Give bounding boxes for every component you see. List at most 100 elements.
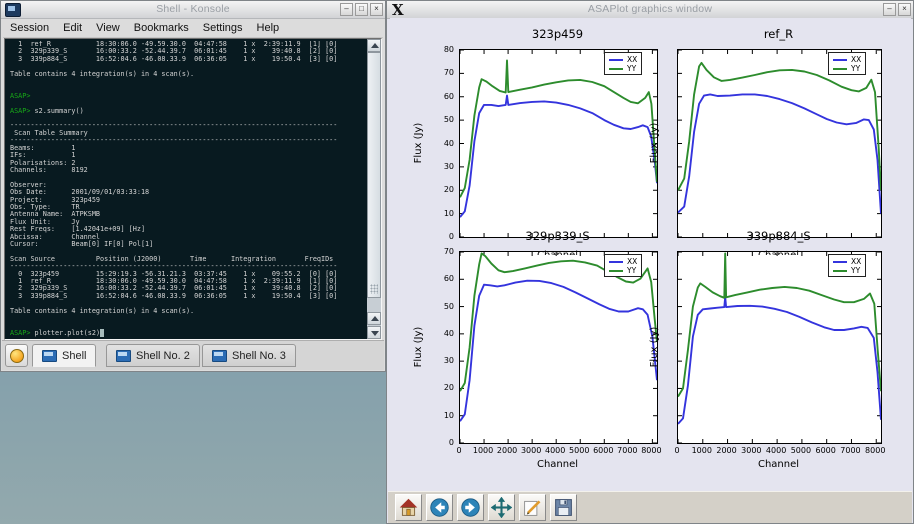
y-tick-label: 60	[428, 92, 454, 101]
plot-figure[interactable]: 323p459 ref_R 329p339_S 339p884_S 0 10 20 3…	[390, 18, 911, 494]
plot-axes-339p884_S[interactable]	[677, 251, 882, 444]
zoom-rect-button[interactable]	[519, 494, 546, 521]
scroll-down-button[interactable]	[367, 326, 381, 339]
tab-label: Shell	[62, 350, 86, 362]
scroll-up-button[interactable]	[367, 39, 381, 52]
menu-help[interactable]: Help	[250, 22, 287, 34]
legend-line-sample	[833, 59, 847, 61]
terminal-icon	[116, 350, 131, 362]
y-axis-label: Flux (Jy)	[413, 312, 425, 382]
plot-axes-ref_R[interactable]	[677, 49, 882, 238]
menu-view[interactable]: View	[89, 22, 127, 34]
y-tick-label: 50	[428, 115, 454, 124]
save-button[interactable]	[550, 494, 577, 521]
legend-line-sample	[609, 261, 623, 263]
menu-settings[interactable]: Settings	[196, 22, 250, 34]
tab-shell-2[interactable]: Shell No. 2	[106, 344, 200, 367]
minimize-button[interactable]: –	[340, 3, 353, 16]
y-tick-label: 60	[428, 274, 454, 283]
matplotlib-toolbar	[388, 491, 912, 523]
terminal-scrollbar[interactable]	[367, 39, 381, 339]
legend-entry-label: XX	[851, 257, 861, 266]
konsole-window-title: Shell - Konsole	[61, 3, 325, 15]
konsole-menubar: Session Edit View Bookmarks Settings Hel…	[3, 19, 383, 38]
legend-entry-label: XX	[627, 55, 637, 64]
tab-label: Shell No. 3	[232, 350, 286, 362]
new-session-icon	[10, 349, 24, 363]
y-tick-label: 80	[428, 45, 454, 54]
y-tick-label: 0	[428, 232, 454, 241]
back-button[interactable]	[426, 494, 453, 521]
y-tick-label: 20	[428, 185, 454, 194]
legend-line-sample	[833, 261, 847, 263]
y-tick-label: 30	[428, 356, 454, 365]
zoom-rect-pencil-icon	[522, 497, 543, 518]
pan-button[interactable]	[488, 494, 515, 521]
legend-line-sample	[609, 270, 623, 272]
legend-entry-label: YY	[851, 64, 860, 73]
menu-edit[interactable]: Edit	[56, 22, 89, 34]
y-tick-label: 70	[428, 68, 454, 77]
new-session-button[interactable]	[5, 344, 28, 367]
y-axis-label: Flux (Jy)	[649, 312, 661, 382]
plot-title-329p339-s: 329p339_S	[459, 229, 656, 243]
konsole-window: Shell - Konsole – □ × Session Edit View …	[0, 0, 386, 372]
plot-title-323p459: 323p459	[459, 27, 656, 41]
x-tick-label: 8000	[855, 446, 895, 455]
plot-title-ref-r: ref_R	[677, 27, 880, 41]
maximize-button[interactable]: □	[355, 3, 368, 16]
legend-entry-label: XX	[851, 55, 861, 64]
y-tick-label: 20	[428, 383, 454, 392]
home-button[interactable]	[395, 494, 422, 521]
x11-icon: X	[392, 1, 404, 19]
x-axis-label: Channel	[459, 459, 656, 470]
pan-move-icon	[491, 497, 512, 518]
tab-shell-3[interactable]: Shell No. 3	[202, 344, 296, 367]
forward-button[interactable]	[457, 494, 484, 521]
y-axis-label: Flux (Jy)	[413, 108, 425, 178]
asaplot-titlebar[interactable]: X ASAPlot graphics window – ×	[387, 1, 913, 19]
terminal-icon	[212, 350, 227, 362]
desktop: { "theme":{ "desktop_top":"#6e94ae","des…	[0, 0, 914, 524]
plot-legend: XXYY	[828, 254, 866, 277]
terminal-icon	[42, 350, 57, 362]
y-tick-label: 30	[428, 162, 454, 171]
close-button[interactable]: ×	[898, 3, 911, 16]
tab-shell[interactable]: Shell	[32, 344, 96, 367]
menu-bookmarks[interactable]: Bookmarks	[127, 22, 196, 34]
konsole-titlebar[interactable]: Shell - Konsole – □ ×	[1, 1, 385, 19]
legend-entry-label: YY	[627, 266, 636, 275]
close-button[interactable]: ×	[370, 3, 383, 16]
session-tabbar: Shell Shell No. 2 Shell No. 3	[2, 340, 384, 370]
home-icon	[398, 497, 419, 518]
plot-legend: XXYY	[828, 52, 866, 75]
y-tick-label: 10	[428, 209, 454, 218]
menu-session[interactable]: Session	[3, 22, 56, 34]
scrollbar-thumb[interactable]	[367, 52, 381, 298]
terminal-output[interactable]: 1 ref_R 18:30:06.0 -49.59.30.0 04:47:58 …	[10, 41, 365, 339]
minimize-button[interactable]: –	[883, 3, 896, 16]
y-axis-label: Flux (Jy)	[649, 108, 661, 178]
asaplot-window: X ASAPlot graphics window – × 323p459 re…	[386, 0, 914, 524]
back-arrow-icon	[429, 497, 450, 518]
plot-axes-329p339_S[interactable]	[459, 251, 658, 444]
terminal-area[interactable]: 1 ref_R 18:30:06.0 -49.59.30.0 04:47:58 …	[4, 38, 382, 340]
asaplot-window-title: ASAPlot graphics window	[447, 3, 853, 15]
legend-line-sample	[833, 270, 847, 272]
plot-title-339p884-s: 339p884_S	[677, 229, 880, 243]
legend-entry-label: XX	[627, 257, 637, 266]
y-tick-label: 70	[428, 247, 454, 256]
x-axis-label-clipped: Channel	[459, 250, 656, 255]
save-floppy-icon	[553, 497, 574, 518]
legend-line-sample	[833, 68, 847, 70]
tab-label: Shell No. 2	[136, 350, 190, 362]
y-tick-label: 10	[428, 411, 454, 420]
x-axis-label-clipped: Channel	[677, 250, 880, 255]
plot-legend: XXYY	[604, 254, 642, 277]
y-tick-label: 40	[428, 139, 454, 148]
plot-legend: XXYY	[604, 52, 642, 75]
plot-axes-323p459[interactable]	[459, 49, 658, 238]
scroll-up-button-2[interactable]	[367, 312, 381, 325]
legend-line-sample	[609, 59, 623, 61]
y-tick-label: 50	[428, 302, 454, 311]
